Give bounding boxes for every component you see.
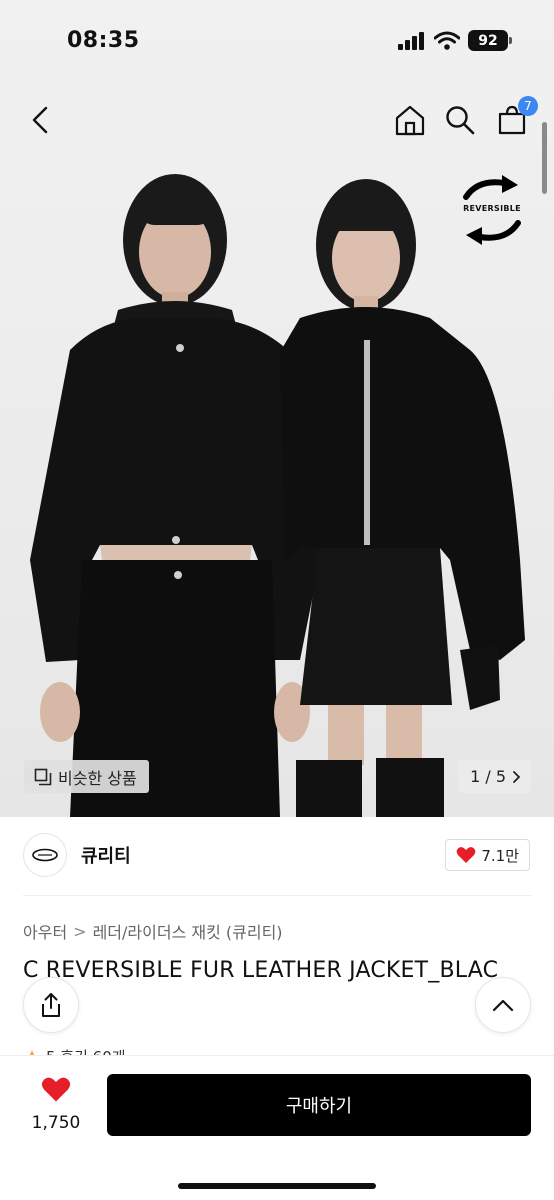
breadcrumb-category[interactable]: 아우터 (23, 919, 67, 943)
page-indicator: 1 / 5 (470, 767, 506, 786)
search-button[interactable] (440, 100, 480, 140)
right-model (280, 179, 525, 817)
store-like-button[interactable]: 7.1만 (445, 839, 530, 871)
home-indicator (178, 1183, 376, 1189)
breadcrumb-separator: > (73, 921, 87, 941)
seller-name[interactable]: 큐리티 (81, 842, 131, 868)
chevron-left-icon (32, 106, 48, 134)
section-divider (23, 895, 531, 896)
reversible-text: REVERSIBLE (463, 204, 521, 213)
brand-logo-icon (32, 848, 58, 862)
home-button[interactable] (390, 100, 430, 140)
breadcrumb: 아우터 > 레더/라이더스 재킷 (큐리티) (23, 919, 283, 943)
back-button[interactable] (20, 100, 60, 140)
similar-products-label: 비슷한 상품 (58, 768, 137, 788)
search-icon (446, 106, 475, 135)
seller-logo[interactable] (23, 833, 67, 877)
breadcrumb-subcategory[interactable]: 레더/라이더스 재킷 (큐리티) (93, 919, 283, 943)
store-like-count: 7.1만 (481, 846, 519, 865)
seller-info[interactable]: 큐리티 (23, 833, 131, 877)
reversible-badge: REVERSIBLE (456, 173, 528, 247)
wish-count: 1,750 (31, 1113, 81, 1133)
wifi-icon (434, 31, 460, 50)
product-hero[interactable]: 08:35 92 7 REVERSIBLE 비슷한 상품 1 / 5 (0, 0, 554, 817)
home-icon (395, 105, 425, 136)
similar-items-icon (34, 768, 52, 785)
status-time: 08:35 (67, 28, 140, 53)
scrollbar[interactable] (542, 122, 547, 194)
wish-button[interactable]: 1,750 (28, 1076, 84, 1133)
scroll-to-top-button[interactable] (475, 977, 531, 1033)
chevron-up-icon (492, 999, 514, 1012)
cart-count-badge: 7 (518, 96, 538, 116)
status-icons: 92 (398, 30, 512, 51)
buy-button[interactable]: 구매하기 (107, 1074, 531, 1136)
heart-icon (456, 847, 476, 863)
product-title: C REVERSIBLE FUR LEATHER JACKET_BLAC (23, 958, 499, 983)
left-model (30, 174, 320, 817)
share-button[interactable] (23, 977, 79, 1033)
signal-icon (398, 31, 424, 50)
battery-indicator: 92 (468, 30, 512, 51)
cart-button[interactable]: 7 (492, 96, 538, 140)
chevron-right-icon (513, 770, 521, 783)
heart-icon (41, 1077, 71, 1102)
bottom-action-bar: 1,750 구매하기 (0, 1055, 554, 1200)
similar-products-button[interactable]: 비슷한 상품 (24, 760, 149, 793)
image-pager[interactable]: 1 / 5 (458, 760, 531, 793)
share-icon (42, 993, 60, 1017)
